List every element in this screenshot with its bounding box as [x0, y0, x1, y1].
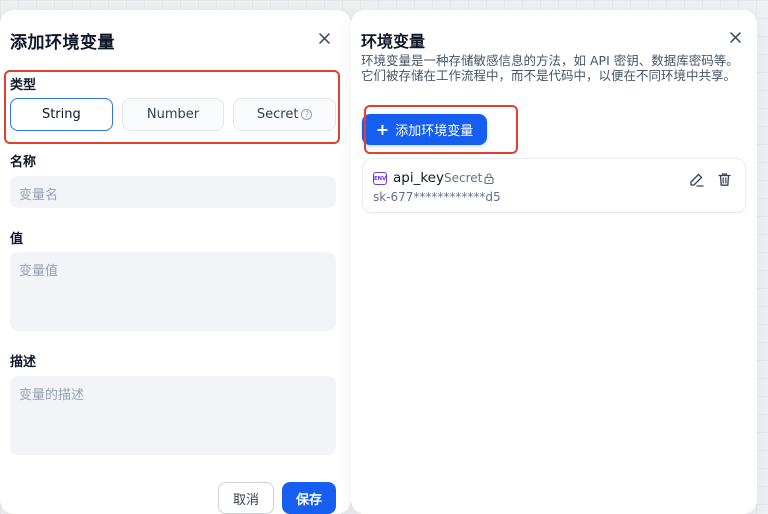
trash-icon [717, 172, 731, 186]
add-env-var-button[interactable]: + 添加环境变量 [362, 114, 487, 145]
dialog-close-button[interactable] [313, 27, 335, 49]
save-button[interactable]: 保存 [282, 482, 336, 514]
name-input[interactable]: 变量名 [10, 176, 336, 208]
value-placeholder: 变量值 [19, 264, 59, 279]
add-env-var-dialog: 添加环境变量 类型 String Number Secret ? 名称 变量名 … [0, 10, 351, 514]
name-label: 名称 [10, 155, 37, 170]
edit-button[interactable] [687, 170, 705, 188]
panel-description: 环境变量是一种存储敏感信息的方法，如 API 密钥、数据库密码等。它们被存储在工… [361, 53, 739, 83]
type-option-label: Number [146, 107, 200, 122]
close-icon [318, 32, 330, 44]
type-option-number[interactable]: Number [121, 98, 225, 131]
type-label: 类型 [10, 78, 37, 93]
description-textarea[interactable]: 变量的描述 [10, 376, 336, 455]
delete-button[interactable] [715, 170, 733, 188]
type-selector: String Number Secret ? [10, 98, 337, 131]
type-option-string[interactable]: String [10, 98, 113, 131]
env-var-type: Secret [444, 171, 483, 185]
help-circle-icon[interactable]: ? [301, 109, 313, 120]
description-placeholder: 变量的描述 [19, 388, 85, 403]
add-env-var-label: 添加环境变量 [395, 124, 474, 139]
env-icon: ENV [373, 172, 387, 185]
name-placeholder: 变量名 [19, 188, 59, 203]
env-var-value: sk-677************d5 [373, 190, 501, 204]
panel-title: 环境变量 [361, 32, 426, 51]
close-icon [729, 31, 741, 43]
env-vars-panel: 环境变量 环境变量是一种存储敏感信息的方法，如 API 密钥、数据库密码等。它们… [351, 10, 757, 514]
lock-icon [484, 173, 494, 184]
edit-icon [689, 173, 704, 187]
env-var-name: api_key [393, 170, 444, 186]
type-option-label: Secret [256, 107, 299, 122]
description-label: 描述 [10, 355, 37, 370]
cancel-button[interactable]: 取消 [218, 482, 274, 514]
env-var-item: ENV api_key Secret sk-677************d5 [362, 158, 746, 213]
panel-close-button[interactable] [724, 26, 746, 48]
value-textarea[interactable]: 变量值 [10, 252, 336, 331]
type-option-secret[interactable]: Secret ? [233, 98, 337, 131]
plus-icon: + [375, 119, 390, 139]
dialog-title: 添加环境变量 [10, 33, 115, 53]
type-option-label: String [41, 107, 81, 122]
value-label: 值 [10, 232, 24, 247]
